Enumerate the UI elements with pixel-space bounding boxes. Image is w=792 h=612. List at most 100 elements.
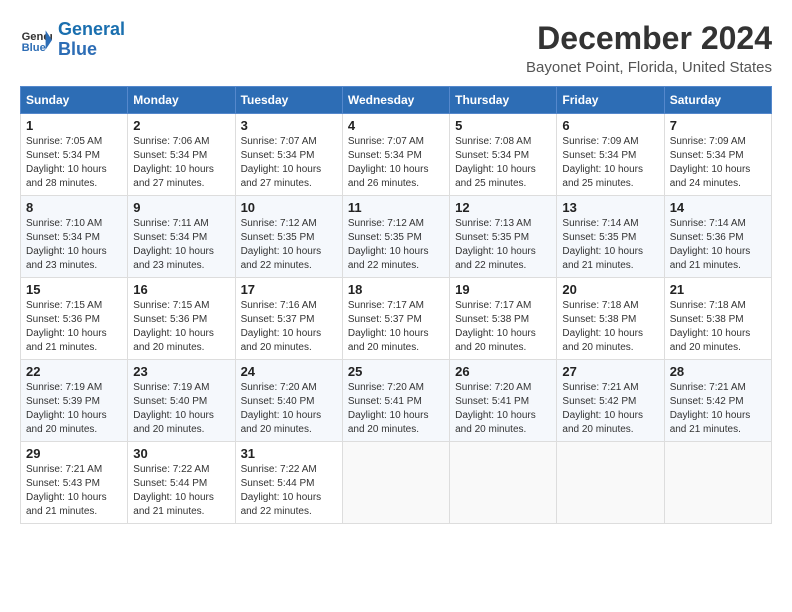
day-info: Sunrise: 7:14 AMSunset: 5:35 PMDaylight:… [562, 217, 658, 273]
day-number: 26 [455, 364, 551, 379]
calendar-cell: 12Sunrise: 7:13 AMSunset: 5:35 PMDayligh… [450, 196, 557, 278]
calendar-cell: 18 Sunrise: 7:17 AMSunset: 5:37 PMDayligh… [342, 278, 449, 360]
calendar-cell: 3Sunrise: 7:07 AMSunset: 5:34 PMDaylight… [235, 114, 342, 196]
logo-text: GeneralBlue [58, 20, 125, 60]
weekday-header-wednesday: Wednesday [342, 87, 449, 114]
day-info: Sunrise: 7:22 AMSunset: 5:44 PMDaylight:… [133, 463, 229, 519]
calendar-cell: 6Sunrise: 7:09 AMSunset: 5:34 PMDaylight… [557, 114, 664, 196]
calendar-cell: 21 Sunrise: 7:18 AMSunset: 5:38 PMDayligh… [664, 278, 771, 360]
title-area: December 2024 Bayonet Point, Florida, Un… [526, 20, 772, 76]
page-header: General Blue GeneralBlue December 2024 B… [20, 20, 772, 76]
day-number: 23 [133, 364, 229, 379]
calendar-cell: 8Sunrise: 7:10 AMSunset: 5:34 PMDaylight… [21, 196, 128, 278]
day-info: Sunrise: 7:17 AMSunset: 5:37 PMDaylight:… [348, 299, 444, 355]
day-number: 1 [26, 118, 122, 133]
logo: General Blue GeneralBlue [20, 20, 125, 60]
day-info: Sunrise: 7:21 AMSunset: 5:43 PMDaylight:… [26, 463, 122, 519]
day-info: Sunrise: 7:14 AMSunset: 5:36 PMDaylight:… [670, 217, 766, 273]
calendar-cell [450, 442, 557, 524]
day-info: Sunrise: 7:09 AMSunset: 5:34 PMDaylight:… [562, 135, 658, 191]
calendar-cell: 30 Sunrise: 7:22 AMSunset: 5:44 PMDayligh… [128, 442, 235, 524]
day-number: 30 [133, 446, 229, 461]
day-info: Sunrise: 7:12 AMSunset: 5:35 PMDaylight:… [348, 217, 444, 273]
calendar-week-row: 22Sunrise: 7:19 AMSunset: 5:39 PMDayligh… [21, 360, 772, 442]
calendar-cell: 1 Sunrise: 7:05 AMSunset: 5:34 PMDaylight… [21, 114, 128, 196]
day-number: 5 [455, 118, 551, 133]
calendar-cell: 15 Sunrise: 7:15 AMSunset: 5:36 PMDayligh… [21, 278, 128, 360]
weekday-header-thursday: Thursday [450, 87, 557, 114]
weekday-header-saturday: Saturday [664, 87, 771, 114]
calendar-cell: 19 Sunrise: 7:17 AMSunset: 5:38 PMDayligh… [450, 278, 557, 360]
calendar-cell: 11 Sunrise: 7:12 AMSunset: 5:35 PMDayligh… [342, 196, 449, 278]
day-info: Sunrise: 7:19 AMSunset: 5:39 PMDaylight:… [26, 381, 122, 437]
weekday-header-sunday: Sunday [21, 87, 128, 114]
calendar-week-row: 15 Sunrise: 7:15 AMSunset: 5:36 PMDayligh… [21, 278, 772, 360]
calendar-week-row: 1 Sunrise: 7:05 AMSunset: 5:34 PMDaylight… [21, 114, 772, 196]
day-number: 4 [348, 118, 444, 133]
calendar-cell: 25Sunrise: 7:20 AMSunset: 5:41 PMDayligh… [342, 360, 449, 442]
weekday-header-friday: Friday [557, 87, 664, 114]
day-info: Sunrise: 7:10 AMSunset: 5:34 PMDaylight:… [26, 217, 122, 273]
day-number: 2 [133, 118, 229, 133]
day-info: Sunrise: 7:16 AMSunset: 5:37 PMDaylight:… [241, 299, 337, 355]
day-info: Sunrise: 7:22 AMSunset: 5:44 PMDaylight:… [241, 463, 337, 519]
day-number: 9 [133, 200, 229, 215]
calendar-cell: 2 Sunrise: 7:06 AMSunset: 5:34 PMDaylight… [128, 114, 235, 196]
day-info: Sunrise: 7:06 AMSunset: 5:34 PMDaylight:… [133, 135, 229, 191]
day-number: 13 [562, 200, 658, 215]
day-number: 16 [133, 282, 229, 297]
day-number: 18 [348, 282, 444, 297]
weekday-header-monday: Monday [128, 87, 235, 114]
day-info: Sunrise: 7:20 AMSunset: 5:40 PMDaylight:… [241, 381, 337, 437]
calendar-table: SundayMondayTuesdayWednesdayThursdayFrid… [20, 86, 772, 524]
day-number: 17 [241, 282, 337, 297]
calendar-cell: 9Sunrise: 7:11 AMSunset: 5:34 PMDaylight… [128, 196, 235, 278]
day-number: 11 [348, 200, 444, 215]
calendar-cell: 26 Sunrise: 7:20 AMSunset: 5:41 PMDayligh… [450, 360, 557, 442]
day-info: Sunrise: 7:18 AMSunset: 5:38 PMDaylight:… [562, 299, 658, 355]
day-number: 12 [455, 200, 551, 215]
day-number: 29 [26, 446, 122, 461]
calendar-cell: 5 Sunrise: 7:08 AMSunset: 5:34 PMDaylight… [450, 114, 557, 196]
day-number: 3 [241, 118, 337, 133]
day-number: 24 [241, 364, 337, 379]
calendar-cell: 16 Sunrise: 7:15 AMSunset: 5:36 PMDayligh… [128, 278, 235, 360]
day-info: Sunrise: 7:15 AMSunset: 5:36 PMDaylight:… [26, 299, 122, 355]
day-number: 7 [670, 118, 766, 133]
logo-icon: General Blue [20, 24, 52, 56]
calendar-cell: 23 Sunrise: 7:19 AMSunset: 5:40 PMDayligh… [128, 360, 235, 442]
day-info: Sunrise: 7:20 AMSunset: 5:41 PMDaylight:… [455, 381, 551, 437]
day-number: 31 [241, 446, 337, 461]
calendar-cell: 28Sunrise: 7:21 AMSunset: 5:42 PMDayligh… [664, 360, 771, 442]
calendar-cell: 13 Sunrise: 7:14 AMSunset: 5:35 PMDayligh… [557, 196, 664, 278]
day-info: Sunrise: 7:19 AMSunset: 5:40 PMDaylight:… [133, 381, 229, 437]
day-number: 19 [455, 282, 551, 297]
calendar-cell: 7 Sunrise: 7:09 AMSunset: 5:34 PMDaylight… [664, 114, 771, 196]
calendar-cell: 22Sunrise: 7:19 AMSunset: 5:39 PMDayligh… [21, 360, 128, 442]
day-number: 10 [241, 200, 337, 215]
calendar-cell [342, 442, 449, 524]
day-info: Sunrise: 7:21 AMSunset: 5:42 PMDaylight:… [670, 381, 766, 437]
svg-text:Blue: Blue [22, 42, 46, 54]
day-info: Sunrise: 7:20 AMSunset: 5:41 PMDaylight:… [348, 381, 444, 437]
calendar-cell: 29 Sunrise: 7:21 AMSunset: 5:43 PMDayligh… [21, 442, 128, 524]
day-number: 15 [26, 282, 122, 297]
day-number: 27 [562, 364, 658, 379]
day-info: Sunrise: 7:18 AMSunset: 5:38 PMDaylight:… [670, 299, 766, 355]
day-info: Sunrise: 7:09 AMSunset: 5:34 PMDaylight:… [670, 135, 766, 191]
calendar-week-row: 29 Sunrise: 7:21 AMSunset: 5:43 PMDayligh… [21, 442, 772, 524]
day-number: 21 [670, 282, 766, 297]
day-info: Sunrise: 7:08 AMSunset: 5:34 PMDaylight:… [455, 135, 551, 191]
day-info: Sunrise: 7:07 AMSunset: 5:34 PMDaylight:… [348, 135, 444, 191]
day-number: 14 [670, 200, 766, 215]
calendar-cell: 14 Sunrise: 7:14 AMSunset: 5:36 PMDayligh… [664, 196, 771, 278]
calendar-cell: 31 Sunrise: 7:22 AMSunset: 5:44 PMDayligh… [235, 442, 342, 524]
weekday-header-tuesday: Tuesday [235, 87, 342, 114]
day-info: Sunrise: 7:21 AMSunset: 5:42 PMDaylight:… [562, 381, 658, 437]
calendar-cell: 4 Sunrise: 7:07 AMSunset: 5:34 PMDaylight… [342, 114, 449, 196]
day-info: Sunrise: 7:17 AMSunset: 5:38 PMDaylight:… [455, 299, 551, 355]
calendar-cell: 27 Sunrise: 7:21 AMSunset: 5:42 PMDayligh… [557, 360, 664, 442]
day-info: Sunrise: 7:05 AMSunset: 5:34 PMDaylight:… [26, 135, 122, 191]
calendar-cell: 10Sunrise: 7:12 AMSunset: 5:35 PMDayligh… [235, 196, 342, 278]
day-info: Sunrise: 7:15 AMSunset: 5:36 PMDaylight:… [133, 299, 229, 355]
